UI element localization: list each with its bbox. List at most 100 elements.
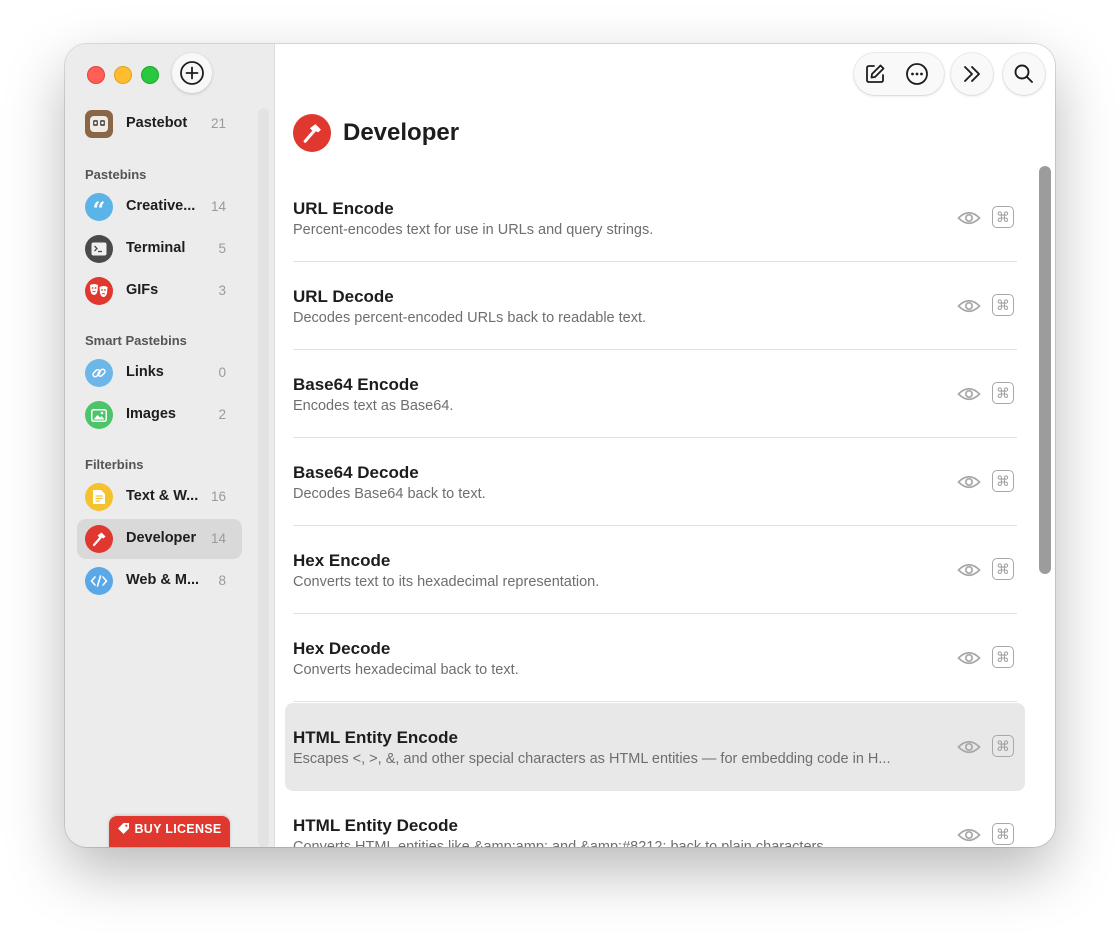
sidebar-item-developer[interactable]: Developer 14 xyxy=(77,519,242,559)
link-icon xyxy=(85,359,113,387)
section-title-filterbins: Filterbins xyxy=(85,457,144,472)
divider xyxy=(293,701,1017,702)
forward-button[interactable] xyxy=(951,53,993,95)
terminal-icon xyxy=(85,235,113,263)
filter-title: Base64 Encode xyxy=(293,375,419,394)
filter-row-hex-encode[interactable]: Hex Encode Converts text to its hexadeci… xyxy=(285,526,1025,614)
hammer-icon xyxy=(293,114,331,152)
more-options-button[interactable] xyxy=(896,53,938,95)
close-window-button[interactable] xyxy=(87,66,105,84)
filter-row-url-decode[interactable]: URL Decode Decodes percent-encoded URLs … xyxy=(285,262,1025,350)
zoom-window-button[interactable] xyxy=(141,66,159,84)
sidebar-scrollbar[interactable] xyxy=(258,108,269,847)
filter-description: Decodes percent-encoded URLs back to rea… xyxy=(293,310,647,326)
image-icon xyxy=(85,401,113,429)
compose-icon xyxy=(866,64,885,83)
shortcut-key-icon[interactable]: ⌘ xyxy=(992,735,1014,757)
buy-license-label: BUY LICENSE xyxy=(134,822,222,836)
filter-row-html-entity-decode[interactable]: HTML Entity Decode Converts HTML entitie… xyxy=(285,791,1025,847)
search-icon xyxy=(1014,64,1033,83)
code-icon xyxy=(85,567,113,595)
sidebar: Pastebot 21 Pastebins “ Creative... 14 T… xyxy=(65,44,275,847)
sidebar-item-count: 8 xyxy=(218,573,226,588)
text-document-icon xyxy=(85,483,113,511)
buy-license-button[interactable]: BUY LICENSE xyxy=(109,816,230,847)
sidebar-item-count: 14 xyxy=(210,531,226,546)
sidebar-item-label: Developer xyxy=(126,530,197,546)
hammer-icon xyxy=(85,525,113,553)
main-scrollbar[interactable] xyxy=(1039,166,1051,574)
shortcut-key-icon[interactable]: ⌘ xyxy=(992,823,1014,845)
eye-icon[interactable] xyxy=(957,470,981,494)
page-title: Developer xyxy=(343,119,460,146)
sidebar-item-count: 2 xyxy=(218,407,226,422)
sidebar-item-pastebot[interactable]: Pastebot 21 xyxy=(77,104,242,144)
filter-title: URL Decode xyxy=(293,287,394,306)
sidebar-item-gifs[interactable]: GIFs 3 xyxy=(77,271,242,311)
filter-title: HTML Entity Encode xyxy=(293,728,458,747)
eye-icon[interactable] xyxy=(957,206,981,230)
forward-icon xyxy=(964,66,980,82)
shortcut-key-icon[interactable]: ⌘ xyxy=(992,558,1014,580)
shortcut-key-icon[interactable]: ⌘ xyxy=(992,294,1014,316)
minimize-window-button[interactable] xyxy=(114,66,132,84)
filter-description: Converts HTML entities like &amp;amp; an… xyxy=(293,839,828,847)
section-title-pastebins: Pastebins xyxy=(85,167,147,182)
sidebar-item-label: Text & W... xyxy=(126,488,199,504)
sidebar-item-label: GIFs xyxy=(126,282,159,298)
app-window: Pastebot 21 Pastebins “ Creative... 14 T… xyxy=(65,44,1055,847)
sidebar-item-label: Terminal xyxy=(126,240,186,256)
sidebar-item-terminal[interactable]: Terminal 5 xyxy=(77,229,242,269)
sidebar-item-creative[interactable]: “ Creative... 14 xyxy=(77,187,242,227)
shortcut-key-icon[interactable]: ⌘ xyxy=(992,206,1014,228)
compose-button[interactable] xyxy=(854,53,896,95)
sidebar-item-count: 5 xyxy=(218,241,226,256)
filter-description: Decodes Base64 back to text. xyxy=(293,486,486,502)
sidebar-item-count: 3 xyxy=(218,283,226,298)
shortcut-key-icon[interactable]: ⌘ xyxy=(992,382,1014,404)
filter-row-html-entity-encode[interactable]: HTML Entity Encode Escapes <, >, &, and … xyxy=(285,703,1025,791)
search-button[interactable] xyxy=(1003,53,1045,95)
eye-icon[interactable] xyxy=(957,558,981,582)
filter-row-base64-decode[interactable]: Base64 Decode Decodes Base64 back to tex… xyxy=(285,438,1025,526)
filter-title: Hex Encode xyxy=(293,551,391,570)
filter-description: Encodes text as Base64. xyxy=(293,398,454,414)
main-content: Developer URL Encode Percent-encodes tex… xyxy=(275,44,1055,847)
shortcut-key-icon[interactable]: ⌘ xyxy=(992,470,1014,492)
toolbar-group xyxy=(854,53,944,95)
sidebar-item-links[interactable]: Links 0 xyxy=(77,353,242,393)
plus-circle-icon xyxy=(180,61,204,85)
sidebar-item-count: 0 xyxy=(218,365,226,380)
filter-description: Converts hexadecimal back to text. xyxy=(293,662,519,678)
sidebar-item-web[interactable]: Web & M... 8 xyxy=(77,561,242,601)
sidebar-item-count: 21 xyxy=(210,116,226,131)
filter-row-url-encode[interactable]: URL Encode Percent-encodes text for use … xyxy=(285,174,1025,262)
sidebar-item-text[interactable]: Text & W... 16 xyxy=(77,477,242,517)
eye-icon[interactable] xyxy=(957,735,981,759)
eye-icon[interactable] xyxy=(957,294,981,318)
quote-icon: “ xyxy=(85,193,113,222)
sidebar-item-label: Creative... xyxy=(126,198,196,214)
more-icon xyxy=(906,63,928,85)
eye-icon[interactable] xyxy=(957,646,981,670)
filter-title: Hex Decode xyxy=(293,639,391,658)
eye-icon[interactable] xyxy=(957,382,981,406)
filter-row-base64-encode[interactable]: Base64 Encode Encodes text as Base64. ⌘ xyxy=(285,350,1025,438)
sidebar-item-label: Pastebot xyxy=(126,115,188,131)
filter-row-hex-decode[interactable]: Hex Decode Converts hexadecimal back to … xyxy=(285,614,1025,702)
sidebar-item-images[interactable]: Images 2 xyxy=(77,395,242,435)
filter-title: URL Encode xyxy=(293,199,394,218)
tag-icon xyxy=(117,822,130,847)
sidebar-item-label: Web & M... xyxy=(126,572,200,588)
sidebar-item-label: Links xyxy=(126,364,164,380)
pastebot-logo-icon xyxy=(85,110,113,138)
filter-description: Percent-encodes text for use in URLs and… xyxy=(293,222,654,238)
theater-masks-icon xyxy=(85,277,113,305)
shortcut-key-icon[interactable]: ⌘ xyxy=(992,646,1014,668)
add-pastebin-button[interactable] xyxy=(172,53,212,93)
section-title-smart-pastebins: Smart Pastebins xyxy=(85,333,187,348)
filter-description: Converts text to its hexadecimal represe… xyxy=(293,574,600,590)
eye-icon[interactable] xyxy=(957,823,981,847)
sidebar-item-label: Images xyxy=(126,406,176,422)
filter-description: Escapes <, >, &, and other special chara… xyxy=(293,751,891,767)
